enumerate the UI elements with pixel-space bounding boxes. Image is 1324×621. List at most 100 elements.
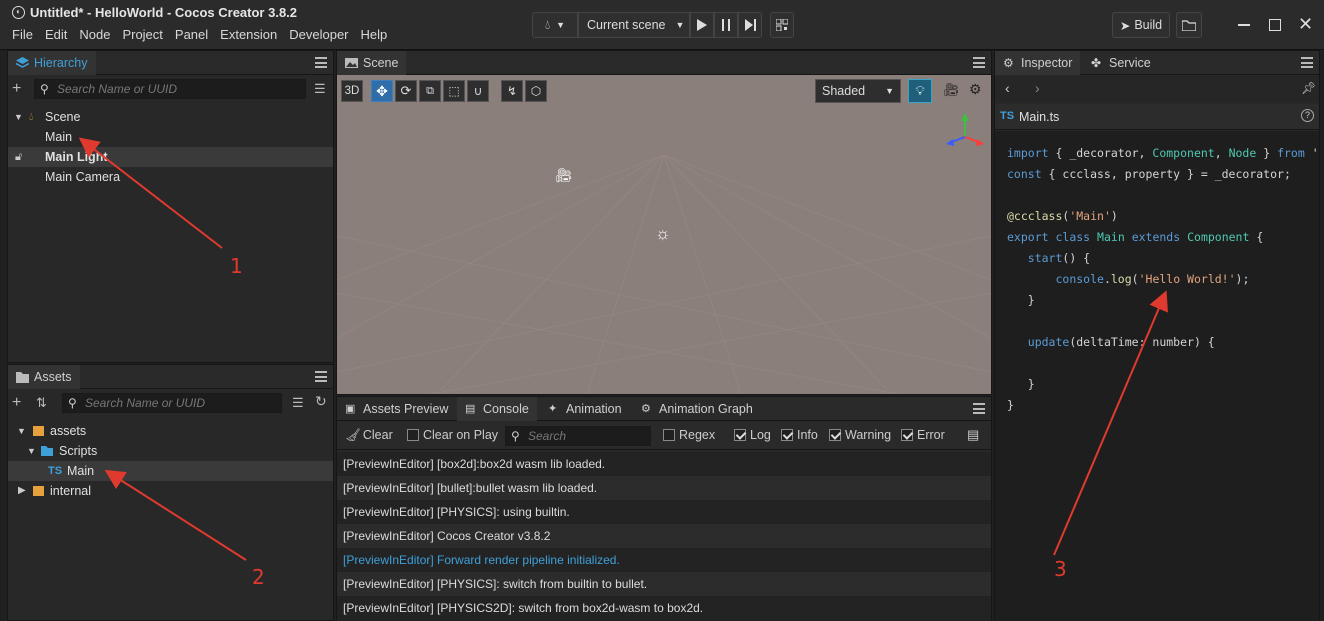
code-line: } xyxy=(1007,293,1035,307)
broom-icon: 🧹︎ xyxy=(345,428,361,442)
rect-tool-icon[interactable]: ⬚ xyxy=(443,80,465,102)
warning-checkbox[interactable]: Warning xyxy=(829,428,891,442)
log-line-info[interactable]: [PreviewInEditor] Forward render pipelin… xyxy=(337,548,991,572)
tab-hierarchy[interactable]: Hierarchy xyxy=(8,51,96,75)
open-folder-icon xyxy=(41,446,53,456)
tree-node-main-light[interactable]: 🔓︎ Main Light xyxy=(8,147,333,167)
toggle-3d-button[interactable]: 3D xyxy=(341,80,363,102)
qr-preview-button[interactable] xyxy=(770,12,794,38)
console-menu-icon[interactable] xyxy=(973,403,985,414)
clear-button[interactable]: 🧹︎ Clear xyxy=(345,428,393,443)
code-line: update(deltaTime: number) { xyxy=(1027,335,1215,349)
tab-animation-graph[interactable]: ⚙ Animation Graph xyxy=(633,397,761,421)
menu-project[interactable]: Project xyxy=(116,27,168,45)
scene-icon: 💧︎ xyxy=(29,111,34,123)
tab-animation[interactable]: ✦ Animation xyxy=(540,397,630,421)
menu-help[interactable]: Help xyxy=(355,27,394,45)
lock-icon[interactable]: 🔓︎ xyxy=(15,147,22,167)
info-checkbox[interactable]: Info xyxy=(781,428,818,442)
tree-item-assets[interactable]: ▼ assets xyxy=(8,421,333,441)
log-line[interactable]: [PreviewInEditor] [PHYSICS]: using built… xyxy=(337,500,991,524)
clear-on-play-checkbox[interactable]: Clear on Play xyxy=(407,428,498,442)
scene-viewport[interactable]: 3D ✥ ⟳ ⧉ ⬚ ∪ ↯ ⬡ Shaded ▼ 💡︎ 🎥︎ ⚙ 🎥︎ ☼ xyxy=(337,75,991,394)
graph-icon: ⚙ xyxy=(641,403,651,415)
close-icon[interactable]: ✕ xyxy=(1298,15,1313,33)
tree-node-main-camera[interactable]: Main Camera xyxy=(8,167,333,187)
rotate-tool-icon[interactable]: ⟳ xyxy=(395,80,417,102)
log-line[interactable]: [PreviewInEditor] [bullet]:bullet wasm l… xyxy=(337,476,991,500)
platform-dropdown[interactable]: 💧︎ ▼ xyxy=(532,12,578,38)
menu-node[interactable]: Node xyxy=(73,27,116,45)
tab-assets-preview[interactable]: ▣ Assets Preview xyxy=(337,397,456,421)
inspector-header: ⚙ Inspector ✤ Service xyxy=(995,51,1319,75)
pause-button[interactable] xyxy=(714,12,738,38)
help-icon[interactable]: ? xyxy=(1301,109,1314,122)
tree-item-scripts[interactable]: ▼ Scripts xyxy=(8,441,333,461)
tab-assets[interactable]: Assets xyxy=(8,365,80,389)
tab-console[interactable]: ▤ Console xyxy=(457,397,537,421)
scene-select[interactable]: Current scene ▼ xyxy=(578,12,690,38)
gear-icon[interactable]: ⚙ xyxy=(969,81,982,98)
inspector-menu-icon[interactable] xyxy=(1301,57,1313,68)
hierarchy-menu-icon[interactable] xyxy=(315,57,327,68)
sort-icon[interactable]: ☰ xyxy=(314,81,326,97)
scale-tool-icon[interactable]: ⧉ xyxy=(419,80,441,102)
log-line[interactable]: [PreviewInEditor] [PHYSICS2D]: switch fr… xyxy=(337,596,991,620)
pivot-icon[interactable]: ↯ xyxy=(501,80,523,102)
log-line[interactable]: [PreviewInEditor] [PHYSICS]: switch from… xyxy=(337,572,991,596)
minimize-icon[interactable] xyxy=(1238,24,1250,26)
chevron-down-icon: ▼ xyxy=(885,86,894,96)
assets-header: Assets xyxy=(8,365,333,389)
step-button[interactable] xyxy=(738,12,762,38)
local-global-icon[interactable]: ⬡ xyxy=(525,80,547,102)
assets-menu-icon[interactable] xyxy=(315,371,327,382)
camera-gizmo-icon[interactable]: 🎥︎ xyxy=(555,167,573,184)
search-icon: ⚲ xyxy=(40,82,49,96)
play-button[interactable] xyxy=(690,12,714,38)
log-line[interactable]: [PreviewInEditor] [box2d]:box2d wasm lib… xyxy=(337,452,991,476)
tree-item-main-script[interactable]: TS Main xyxy=(8,461,333,481)
scene-menu-icon[interactable] xyxy=(973,57,985,68)
add-node-icon[interactable]: + xyxy=(12,80,21,98)
shading-select[interactable]: Shaded ▼ xyxy=(815,79,901,103)
open-log-file-icon[interactable]: ▤ xyxy=(967,427,979,443)
snap-tool-icon[interactable]: ∪ xyxy=(467,80,489,102)
hierarchy-search-input[interactable]: ⚲ Search Name or UUID xyxy=(34,79,306,99)
tab-inspector[interactable]: ⚙ Inspector xyxy=(995,51,1081,75)
menu-file[interactable]: File xyxy=(6,27,39,45)
menu-developer[interactable]: Developer xyxy=(283,27,354,45)
console-search-input[interactable]: ⚲ Search xyxy=(505,426,651,446)
regex-checkbox[interactable]: Regex xyxy=(663,428,715,442)
build-button[interactable]: ➤ Build xyxy=(1112,12,1170,38)
log-checkbox[interactable]: Log xyxy=(734,428,771,442)
refresh-icon[interactable]: ↻ xyxy=(315,393,327,410)
lightbulb-icon[interactable]: 💡︎ xyxy=(908,79,932,103)
tab-scene[interactable]: Scene xyxy=(337,51,407,75)
tab-service[interactable]: ✤ Service xyxy=(1083,51,1159,75)
tree-node-main[interactable]: Main xyxy=(8,127,333,147)
menu-panel[interactable]: Panel xyxy=(169,27,214,45)
back-arrow-icon[interactable]: ‹ xyxy=(1005,80,1010,96)
hierarchy-header: Hierarchy xyxy=(8,51,333,75)
open-folder-button[interactable] xyxy=(1176,12,1202,38)
forward-arrow-icon[interactable]: › xyxy=(1035,80,1040,96)
tree-item-internal[interactable]: ▶ internal xyxy=(8,481,333,501)
console-panel: ▣ Assets Preview ▤ Console ✦ Animation ⚙… xyxy=(336,396,992,621)
assets-search-input[interactable]: ⚲ Search Name or UUID xyxy=(62,393,282,413)
log-line[interactable]: [PreviewInEditor] Cocos Creator v3.8.2 xyxy=(337,524,991,548)
camera-settings-icon[interactable]: 🎥︎ xyxy=(943,82,960,98)
add-asset-icon[interactable]: + xyxy=(12,394,21,412)
inspector-file-header: TS Main.ts ? xyxy=(995,104,1319,130)
menu-edit[interactable]: Edit xyxy=(39,27,73,45)
sort-icon[interactable]: ⇅ xyxy=(36,395,47,411)
database-icon xyxy=(33,486,44,496)
move-tool-icon[interactable]: ✥ xyxy=(371,80,393,102)
title-bar: ◐ Untitled* - HelloWorld - Cocos Creator… xyxy=(0,0,1324,50)
filter-icon[interactable]: ☰ xyxy=(292,395,304,411)
menu-extension[interactable]: Extension xyxy=(214,27,283,45)
tree-node-scene[interactable]: ▼ 💧︎ Scene xyxy=(8,107,333,127)
error-checkbox[interactable]: Error xyxy=(901,428,945,442)
light-gizmo-icon[interactable]: ☼ xyxy=(655,224,671,244)
pin-icon[interactable]: 📌︎ xyxy=(1301,81,1316,95)
maximize-icon[interactable] xyxy=(1269,19,1281,31)
